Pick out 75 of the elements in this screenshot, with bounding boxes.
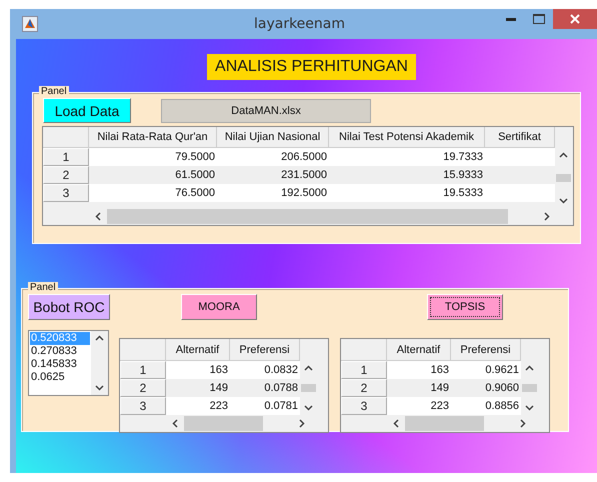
- table-cell-text: 192.5000: [280, 186, 328, 201]
- close-button[interactable]: [553, 9, 597, 29]
- vertical-scrollbar[interactable]: [91, 331, 108, 395]
- scroll-down-icon[interactable]: [95, 385, 104, 391]
- column-header: Sertifikat: [485, 127, 555, 148]
- weights-listbox[interactable]: 0.520833 0.270833 0.145833 0.0625: [28, 330, 109, 396]
- table-cell-text: 79.5000: [174, 150, 216, 165]
- bobot-roc-button[interactable]: Bobot ROC: [28, 294, 110, 320]
- row-header: 2: [341, 379, 387, 397]
- row-header: 1: [43, 148, 89, 166]
- row-header: 3: [120, 397, 166, 415]
- column-header: Nilai Rata-Rata Qur'an: [89, 127, 217, 148]
- column-header: Alternatif: [166, 339, 230, 361]
- scroll-left-icon[interactable]: [95, 212, 101, 221]
- table-cell-text: 15.9333: [442, 168, 484, 183]
- scroll-thumb[interactable]: [405, 416, 484, 431]
- table-cell-text: 0.8856: [484, 399, 520, 414]
- list-item[interactable]: 0.145833: [30, 358, 90, 371]
- scroll-thumb[interactable]: [556, 174, 571, 182]
- maximize-icon: [533, 14, 545, 24]
- scroll-up-icon[interactable]: [95, 335, 104, 341]
- table-cell-text: 149: [430, 381, 450, 396]
- scroll-right-icon[interactable]: [520, 419, 526, 428]
- list-item[interactable]: 0.270833: [30, 345, 90, 358]
- scroll-up-icon[interactable]: [559, 152, 568, 158]
- scroll-right-icon[interactable]: [544, 212, 550, 221]
- minimize-icon: [506, 18, 516, 20]
- table-cell-text: 61.5000: [174, 168, 216, 183]
- method-button[interactable]: TOPSIS: [427, 294, 503, 320]
- scroll-left-icon[interactable]: [172, 419, 178, 428]
- app-icon: [22, 16, 38, 32]
- column-header: Nilai Ujian Nasional: [217, 127, 329, 148]
- row-header: 2: [120, 379, 166, 397]
- table-cell-text: 231.5000: [280, 168, 328, 183]
- table-cell-text: 0.9060: [484, 381, 520, 396]
- table-cell-text: 163: [208, 363, 229, 378]
- list-item[interactable]: 0.0625: [30, 371, 90, 384]
- scroll-up-icon[interactable]: [304, 365, 313, 371]
- heading-label: ANALISIS PERHITUNGAN: [207, 54, 416, 80]
- window-title: layarkeenam: [252, 16, 346, 32]
- scroll-thumb[interactable]: [522, 384, 537, 392]
- table-cell-text: 19.5333: [442, 186, 484, 201]
- table-cell-text: 0.0788: [263, 381, 299, 396]
- column-header: Nilai Test Potensi Akademik: [329, 127, 485, 148]
- row-header: 2: [43, 166, 89, 184]
- table-cell-text: 149: [208, 381, 229, 396]
- scroll-thumb[interactable]: [184, 416, 263, 431]
- table-cell-text: 206.5000: [280, 150, 328, 165]
- close-icon: [570, 14, 580, 24]
- row-header: 3: [341, 397, 387, 415]
- table-cell-text: 19.7333: [442, 150, 484, 165]
- scroll-up-icon[interactable]: [525, 365, 534, 371]
- table-cell-text: 0.0781: [263, 399, 299, 414]
- row-header: 1: [120, 361, 166, 379]
- table-cell-text: 76.5000: [174, 186, 216, 201]
- column-header: Preferensi: [230, 339, 300, 361]
- scroll-down-icon[interactable]: [304, 405, 313, 411]
- row-header: 1: [341, 361, 387, 379]
- method-button[interactable]: MOORA: [181, 294, 257, 320]
- table-cell-text: 0.0832: [263, 363, 299, 378]
- scroll-thumb[interactable]: [107, 209, 508, 224]
- file-name-label: DataMAN.xlsx: [161, 98, 371, 122]
- scroll-down-icon[interactable]: [525, 405, 534, 411]
- scroll-down-icon[interactable]: [559, 198, 568, 204]
- scroll-left-icon[interactable]: [393, 419, 399, 428]
- column-header: Alternatif: [387, 339, 451, 361]
- scroll-thumb[interactable]: [301, 384, 316, 392]
- row-header: 3: [43, 184, 89, 202]
- table-cell-text: 223: [208, 399, 229, 414]
- scroll-right-icon[interactable]: [299, 419, 305, 428]
- table-cell-text: 0.9621: [484, 363, 520, 378]
- table-cell-text: 223: [430, 399, 450, 414]
- load-data-button[interactable]: Load Data: [43, 98, 131, 123]
- column-header: Preferensi: [451, 339, 521, 361]
- table-cell-text: 163: [430, 363, 450, 378]
